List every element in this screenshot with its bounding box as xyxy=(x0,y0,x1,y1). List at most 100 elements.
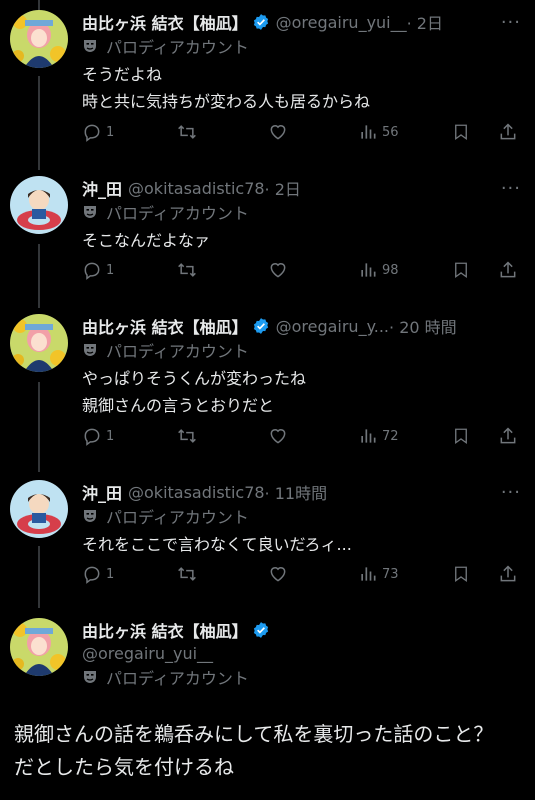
handle[interactable]: @okitasadistic78 xyxy=(128,179,265,198)
views-count: 73 xyxy=(382,566,399,582)
action-bar: 1 72 xyxy=(82,426,522,450)
bookmark-button[interactable] xyxy=(452,426,470,446)
verified-badge-icon xyxy=(252,13,270,31)
parody-text: パロディアカウント xyxy=(106,342,249,361)
display-name[interactable]: 由比ヶ浜 結衣【柚凪】 xyxy=(82,618,248,642)
tweet-text: そうだよね 時と共に気持ちが変わる人も居るからね xyxy=(82,65,371,111)
handle[interactable]: @okitasadistic78 xyxy=(128,483,265,502)
timestamp[interactable]: · 2日 xyxy=(407,10,443,34)
views-button[interactable]: 56 xyxy=(358,122,399,142)
avatar[interactable] xyxy=(10,480,68,538)
views-count: 72 xyxy=(382,428,399,444)
handle[interactable]: @oregairu_yui__ xyxy=(276,13,407,32)
like-button[interactable] xyxy=(268,564,288,584)
heart-icon xyxy=(270,567,286,582)
tweet-text: やっぱりそうくんが変わったね 親御さんの言うとおりだと xyxy=(82,369,307,415)
display-name[interactable]: 沖_田 xyxy=(82,176,122,200)
like-button[interactable] xyxy=(268,122,288,142)
parody-label: パロディアカウント xyxy=(82,666,249,688)
bookmark-icon xyxy=(455,262,467,279)
reply-count: 1 xyxy=(106,262,115,278)
parody-text: パロディアカウント xyxy=(106,38,249,57)
timestamp[interactable]: · 2日 xyxy=(265,176,301,200)
reply-count: 1 xyxy=(106,428,115,444)
action-bar: 1 56 xyxy=(82,122,522,146)
display-name[interactable]: 沖_田 xyxy=(82,480,122,504)
action-bar: 1 73 xyxy=(82,564,522,588)
views-icon xyxy=(361,263,376,277)
like-button[interactable] xyxy=(268,260,288,280)
bookmark-icon xyxy=(455,428,467,445)
mask-icon xyxy=(82,204,98,220)
heart-icon xyxy=(270,429,286,444)
bookmark-button[interactable] xyxy=(452,122,470,142)
bookmark-button[interactable] xyxy=(452,260,470,280)
heart-icon xyxy=(270,125,286,140)
display-name[interactable]: 由比ヶ浜 結衣【柚凪】 xyxy=(82,314,248,338)
retweet-button[interactable] xyxy=(176,122,198,142)
tweet-header: 由比ヶ浜 結衣【柚凪】 @oregairu_y... · 20 時間 xyxy=(82,314,457,338)
views-button[interactable]: 73 xyxy=(358,564,399,584)
views-button[interactable]: 72 xyxy=(358,426,399,446)
views-count: 98 xyxy=(382,262,399,278)
parody-text: パロディアカウント xyxy=(106,669,249,688)
views-icon xyxy=(361,125,376,139)
tweet-header: 由比ヶ浜 結衣【柚凪】 @oregairu_yui__ · 2日 xyxy=(82,10,443,34)
retweet-icon xyxy=(178,429,196,443)
share-icon xyxy=(500,427,516,444)
like-button[interactable] xyxy=(268,426,288,446)
reply-button[interactable]: 1 xyxy=(82,564,114,584)
display-name[interactable]: 由比ヶ浜 結衣【柚凪】 xyxy=(82,10,248,34)
tweet[interactable]: 沖_田 @okitasadistic78 · 11時間 ··· パロディアカウン… xyxy=(0,480,535,600)
share-button[interactable] xyxy=(498,564,518,584)
tweet[interactable]: 由比ヶ浜 結衣【柚凪】 @oregairu_y... · 20 時間 パロディア… xyxy=(0,314,535,464)
views-icon xyxy=(361,429,376,443)
bookmark-icon xyxy=(455,566,467,583)
parody-label: パロディアカウント xyxy=(82,339,249,361)
tweet-text: そこなんだよなァ xyxy=(82,231,211,250)
views-button[interactable]: 98 xyxy=(358,260,399,280)
handle[interactable]: @oregairu_y... xyxy=(276,317,389,336)
views-icon xyxy=(361,567,376,581)
tweet-text: それをここで言わなくて良いだろィ... xyxy=(82,535,352,554)
tweet-header: 沖_田 @okitasadistic78 · 2日 xyxy=(82,176,301,200)
handle[interactable]: @oregairu_yui__ xyxy=(82,644,213,663)
avatar[interactable] xyxy=(10,314,68,372)
retweet-button[interactable] xyxy=(176,260,198,280)
tweet-header: 沖_田 @okitasadistic78 · 11時間 xyxy=(82,480,327,504)
share-button[interactable] xyxy=(498,260,518,280)
share-button[interactable] xyxy=(498,122,518,142)
reply-icon xyxy=(84,262,100,280)
mask-icon xyxy=(82,342,98,358)
timestamp[interactable]: · 11時間 xyxy=(265,480,328,504)
retweet-button[interactable] xyxy=(176,564,198,584)
views-count: 56 xyxy=(382,124,399,140)
reply-button[interactable]: 1 xyxy=(82,426,114,446)
reply-button[interactable]: 1 xyxy=(82,260,114,280)
timestamp[interactable]: · 20 時間 xyxy=(389,314,457,338)
thread-line xyxy=(38,0,40,10)
tweet[interactable]: 沖_田 @okitasadistic78 · 2日 ··· パロディアカウント … xyxy=(0,176,535,296)
parody-label: パロディアカウント xyxy=(82,35,249,57)
bookmark-button[interactable] xyxy=(452,564,470,584)
verified-badge-icon xyxy=(252,621,270,639)
main-tweet-text: 親御さんの話を鵜呑みにして私を裏切った話のこと？ だとしたら気を付けるね xyxy=(14,722,494,779)
share-button[interactable] xyxy=(498,426,518,446)
avatar[interactable] xyxy=(10,176,68,234)
more-options-icon[interactable]: ··· xyxy=(501,482,521,503)
parody-label: パロディアカウント xyxy=(82,201,249,223)
parody-text: パロディアカウント xyxy=(106,204,249,223)
share-icon xyxy=(500,123,516,140)
more-options-icon[interactable]: ··· xyxy=(501,12,521,33)
more-options-icon[interactable]: ··· xyxy=(501,178,521,199)
reply-button[interactable]: 1 xyxy=(82,122,114,142)
heart-icon xyxy=(270,263,286,278)
retweet-button[interactable] xyxy=(176,426,198,446)
avatar[interactable] xyxy=(10,618,68,676)
avatar[interactable] xyxy=(10,10,68,68)
tweet[interactable]: 由比ヶ浜 結衣【柚凪】 @oregairu_yui__ · 2日 ··· パロデ… xyxy=(0,10,535,160)
mask-icon xyxy=(82,669,98,685)
parody-label: パロディアカウント xyxy=(82,505,249,527)
reply-icon xyxy=(84,124,100,142)
reply-icon xyxy=(84,428,100,446)
